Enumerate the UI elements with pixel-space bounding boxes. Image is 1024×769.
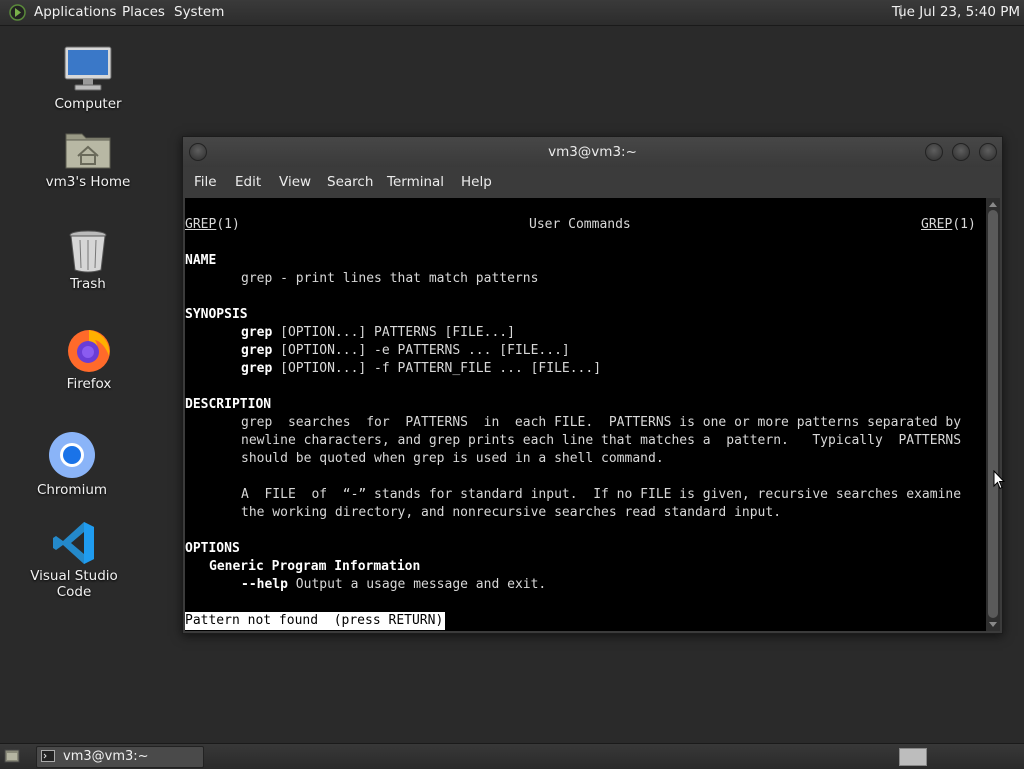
menu-search[interactable]: Search <box>327 174 373 190</box>
bottom-taskbar: vm3@vm3:~ <box>0 743 1024 769</box>
desktop-icon-home[interactable]: vm3's Home <box>28 128 148 190</box>
desktop-icon-chromium[interactable]: Chromium <box>12 430 132 498</box>
desktop-icon-label: Computer <box>54 96 122 112</box>
desktop-icon-vscode[interactable]: Visual Studio Code <box>14 520 134 600</box>
desktop-icon-firefox[interactable]: Firefox <box>29 326 149 392</box>
vscode-icon <box>53 522 94 564</box>
scrollbar-thumb[interactable] <box>988 210 998 618</box>
desktop-icon-label: Trash <box>70 276 106 292</box>
minimize-button[interactable] <box>925 143 943 161</box>
menu-help[interactable]: Help <box>461 174 492 190</box>
man-name-line: grep - print lines that match patterns <box>241 271 539 286</box>
terminal-scrollbar[interactable] <box>986 198 1000 631</box>
desktop-icon-computer[interactable]: Computer <box>28 44 148 112</box>
man-header-right: GREP(1) <box>921 217 976 232</box>
window-titlebar[interactable]: vm3@vm3:~ <box>183 137 1002 167</box>
show-desktop-icon[interactable] <box>4 748 20 764</box>
terminal-menubar: File Edit View Search Terminal Help <box>183 167 1002 197</box>
window-title: vm3@vm3:~ <box>548 144 637 160</box>
description-line: A FILE of “-” stands for standard input.… <box>241 487 962 502</box>
applications-menu[interactable]: Applications <box>34 4 116 20</box>
trash-icon <box>69 230 107 273</box>
man-section-description: DESCRIPTION <box>185 397 272 412</box>
description-line: grep searches for PATTERNS in each FILE.… <box>241 415 962 430</box>
man-header-left: GREP(1) <box>185 217 240 232</box>
option-help-line: --help Output a usage message and exit. <box>241 577 547 592</box>
synopsis-line: grep [OPTION...] PATTERNS [FILE...] <box>241 325 515 340</box>
menu-edit[interactable]: Edit <box>235 174 261 190</box>
desktop-icon-label: vm3's Home <box>45 174 131 190</box>
home-folder-icon <box>65 133 111 169</box>
scroll-down-arrow-icon[interactable] <box>989 622 997 627</box>
description-line: should be quoted when grep is used in a … <box>241 451 664 466</box>
synopsis-line: grep [OPTION...] -e PATTERNS ... [FILE..… <box>241 343 570 358</box>
description-line: the working directory, and nonrecursive … <box>241 505 782 520</box>
computer-icon <box>64 46 112 91</box>
desktop-icon-label: Visual Studio Code <box>30 568 118 600</box>
menu-terminal[interactable]: Terminal <box>387 174 444 190</box>
scroll-up-arrow-icon[interactable] <box>989 202 997 207</box>
taskbar-window-label: vm3@vm3:~ <box>63 749 149 764</box>
places-menu[interactable]: Places <box>122 4 165 20</box>
options-subheading: Generic Program Information <box>209 559 421 574</box>
mouse-cursor-icon <box>993 470 1005 490</box>
synopsis-line: grep [OPTION...] -f PATTERN_FILE ... [FI… <box>241 361 602 376</box>
man-header-center: User Commands <box>529 217 631 232</box>
taskbar-window-button[interactable]: vm3@vm3:~ <box>36 746 204 768</box>
menu-view[interactable]: View <box>279 174 311 190</box>
desktop-icon-label: Chromium <box>36 482 108 498</box>
top-panel: Applications Places System Tue Jul 23, 5… <box>0 0 1024 26</box>
pager-status-line: Pattern not found (press RETURN) <box>185 612 446 630</box>
man-section-name: NAME <box>185 253 217 268</box>
man-section-options: OPTIONS <box>185 541 240 556</box>
description-line: newline characters, and grep prints each… <box>241 433 962 448</box>
maximize-button[interactable] <box>952 143 970 161</box>
terminal-window: vm3@vm3:~ File Edit View Search Terminal… <box>182 136 1003 634</box>
man-section-synopsis: SYNOPSIS <box>185 307 248 322</box>
system-menu[interactable]: System <box>174 4 224 20</box>
firefox-icon <box>68 330 110 372</box>
chromium-icon <box>49 432 95 478</box>
terminal-content[interactable]: GREP(1) User Commands GREP(1) NAME grep … <box>185 198 986 631</box>
applications-menu-icon[interactable] <box>9 4 26 21</box>
close-button[interactable] <box>979 143 997 161</box>
workspace-switcher[interactable] <box>899 748 927 766</box>
terminal-icon <box>41 750 55 762</box>
desktop-icon-label: Firefox <box>66 376 112 392</box>
menu-file[interactable]: File <box>194 174 217 190</box>
desktop-icon-trash[interactable]: Trash <box>28 228 148 292</box>
clock[interactable]: Tue Jul 23, 5:40 PM <box>892 4 1020 20</box>
